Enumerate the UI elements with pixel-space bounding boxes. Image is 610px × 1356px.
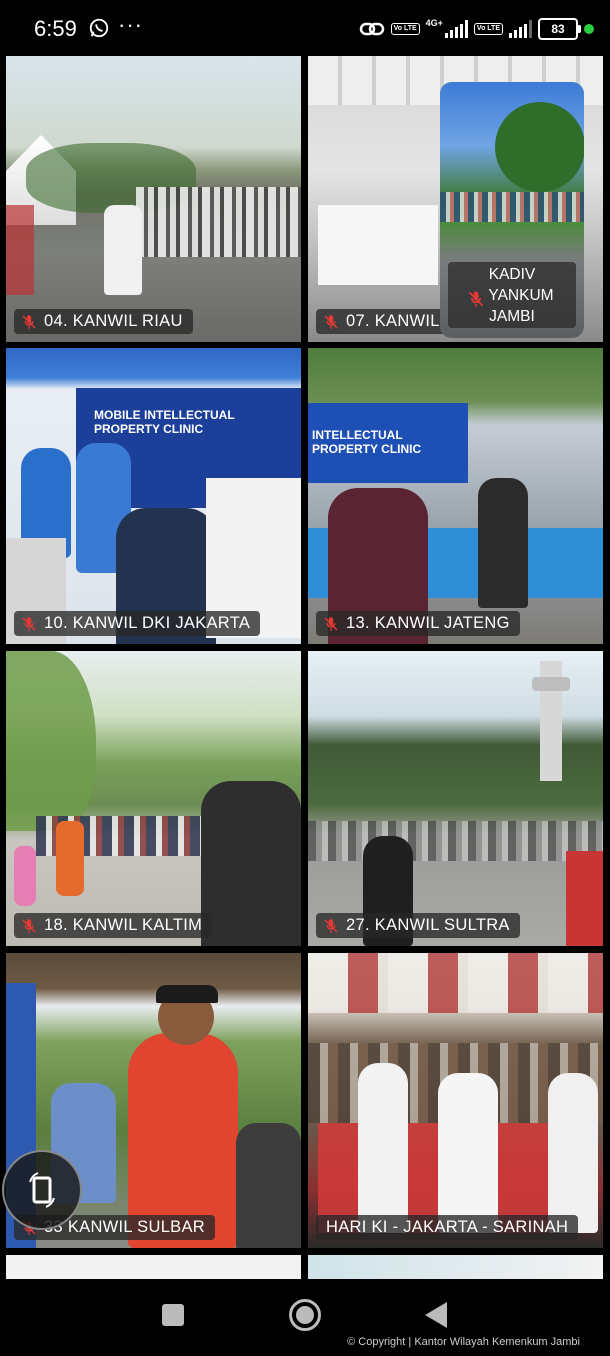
self-view-label: KADIV YANKUM JAMBI — [448, 262, 576, 328]
more-notifications-icon: ··· — [118, 12, 143, 37]
video-feed — [6, 55, 301, 342]
participant-label: 13. KANWIL JATENG — [316, 611, 520, 636]
recents-button[interactable] — [162, 1304, 184, 1326]
participant-name: 07. KANWIL — [346, 312, 440, 330]
privacy-indicator-icon — [584, 24, 594, 34]
home-button[interactable] — [289, 1299, 321, 1331]
battery-icon: 83 — [538, 18, 581, 40]
participant-label: 27. KANWIL SULTRA — [316, 913, 520, 938]
video-feed: MOBILE INTELLECTUAL PROPERTY CLINIC — [6, 348, 301, 644]
screen-rotation-icon — [29, 1172, 55, 1208]
network-type: 4G+ — [425, 18, 443, 28]
video-tile-partial-right[interactable] — [308, 1255, 603, 1279]
link-icon — [359, 22, 384, 36]
rotate-screen-button[interactable] — [2, 1150, 82, 1230]
video-feed — [308, 651, 603, 946]
video-feed: INTELLECTUAL PROPERTY CLINIC — [308, 348, 603, 644]
video-tile-jateng[interactable]: INTELLECTUAL PROPERTY CLINIC 13. KANWIL … — [308, 348, 603, 644]
video-feed — [6, 651, 301, 946]
participant-label: 10. KANWIL DKI JAKARTA — [14, 611, 261, 636]
copyright-watermark: © Copyright | Kantor Wilayah Kemenkum Ja… — [347, 1336, 580, 1348]
participant-label: 04. KANWIL RIAU — [14, 309, 193, 334]
whatsapp-icon — [89, 18, 109, 38]
volte-badge-2: Vo LTE — [473, 23, 503, 35]
signal-icon-1 — [444, 20, 468, 38]
participant-name: 13. KANWIL JATENG — [346, 614, 510, 632]
self-view-line3: JAMBI — [489, 308, 535, 325]
video-tile-hari-ki-jakarta-sarinah[interactable]: HARI KI - JAKARTA - SARINAH — [308, 953, 603, 1248]
participant-label: 18. KANWIL KALTIM — [14, 913, 213, 938]
mic-off-icon — [468, 291, 484, 307]
volte-badge-1: Vo LTE — [390, 23, 420, 35]
participant-name: 04. KANWIL RIAU — [44, 312, 183, 330]
video-tile-dki-jakarta[interactable]: MOBILE INTELLECTUAL PROPERTY CLINIC 10. … — [6, 348, 301, 644]
participant-name: 18. KANWIL KALTIM — [44, 916, 203, 934]
participant-name: 10. KANWIL DKI JAKARTA — [44, 614, 251, 632]
mic-off-icon — [324, 616, 338, 631]
participant-name: HARI KI - JAKARTA - SARINAH — [326, 1218, 569, 1236]
mic-off-icon — [324, 314, 338, 329]
navigation-bar: © Copyright | Kantor Wilayah Kemenkum Ja… — [0, 1280, 610, 1356]
video-tile-sultra[interactable]: 27. KANWIL SULTRA — [308, 651, 603, 946]
mic-off-icon — [324, 918, 338, 933]
participant-name: 27. KANWIL SULTRA — [346, 916, 510, 934]
participant-label: HARI KI - JAKARTA - SARINAH — [316, 1215, 579, 1240]
mic-off-icon — [22, 918, 36, 933]
status-bar: 6:59 ··· Vo LTE 4G+ Vo LTE 83 — [0, 0, 610, 56]
back-button[interactable] — [425, 1302, 447, 1328]
signal-icon-2 — [509, 20, 532, 38]
video-tile-kaltim[interactable]: 18. KANWIL KALTIM — [6, 651, 301, 946]
participant-name: 33 KANWIL SULBAR — [44, 1218, 205, 1236]
video-tile-partial-left[interactable] — [6, 1255, 301, 1279]
banner-text: MOBILE INTELLECTUAL PROPERTY CLINIC — [94, 408, 235, 436]
video-feed — [308, 953, 603, 1248]
status-icons: Vo LTE 4G+ Vo LTE 83 — [359, 18, 594, 40]
participant-label: 07. KANWIL — [316, 309, 450, 334]
self-view-line1: KADIV — [488, 266, 536, 283]
self-view-pip[interactable]: KADIV YANKUM JAMBI — [440, 82, 584, 338]
mic-off-icon — [22, 314, 36, 329]
video-tile-riau[interactable]: 04. KANWIL RIAU — [6, 55, 301, 342]
mic-off-icon — [22, 616, 36, 631]
banner-text: INTELLECTUAL PROPERTY CLINIC — [312, 428, 422, 456]
clock: 6:59 — [34, 16, 77, 41]
